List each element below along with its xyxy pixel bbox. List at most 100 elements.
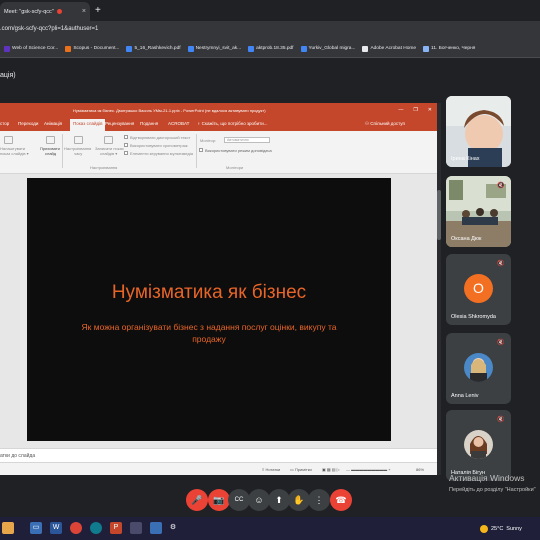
notes-status-button: ≡ Нотатки [262, 467, 281, 472]
store-icon[interactable] [150, 522, 162, 534]
raise-hand-button[interactable]: ✋ [288, 489, 310, 511]
settings-icon[interactable]: ⚙ [167, 522, 179, 534]
bookmark-label: aktprob.18.35.pdf [256, 46, 294, 51]
raise-hand-icon: ✋ [293, 495, 305, 505]
app-icon[interactable] [130, 522, 142, 534]
bookmark-label: Yurkiv_Global migra... [308, 46, 356, 51]
slide-subtitle: Як можна організувати бізнес з надання п… [81, 322, 337, 344]
end-call-button[interactable]: ☎ [330, 489, 352, 511]
word-icon[interactable]: W [50, 522, 62, 534]
comments-status-label: Примітки [294, 467, 312, 472]
participant-avatar [464, 353, 493, 382]
avatar-photo [464, 353, 493, 382]
presentation-scrollbar[interactable] [437, 103, 441, 475]
ribbon-separator [62, 134, 63, 168]
ppt-tab: Анімація [44, 121, 63, 126]
participant-tile[interactable]: Ірина Кінах [446, 96, 511, 167]
close-tab-icon[interactable]: × [82, 8, 86, 15]
bookmark-label: Nestrymnyi_svit_ak... [195, 46, 242, 51]
scrollbar-thumb[interactable] [437, 190, 441, 240]
pdf-icon [187, 45, 194, 52]
ppt-title-bar: Нумізматика як бізнес. Дмитрашко Василь … [0, 103, 437, 118]
participant-tile[interactable]: Оксана Дюк 🔇 [446, 176, 511, 247]
camera-toggle-button[interactable]: 📷 [208, 489, 230, 511]
mic-off-icon: 🔇 [497, 183, 505, 189]
browser-tab-meet[interactable]: Meet: "gsk-scfy-qcc" × [0, 2, 90, 21]
meet-tab-title: Meet: "gsk-scfy-qcc" [4, 8, 54, 15]
edge-icon[interactable] [90, 522, 102, 534]
bookmark-item[interactable]: Web of Science Cor... [4, 45, 59, 52]
weather-widget[interactable]: 25°C Sunny [480, 525, 522, 533]
mic-off-icon: 🔇 [497, 261, 505, 267]
weather-temp: 25°C [491, 526, 504, 532]
notes-status-label: Нотатки [265, 467, 281, 472]
bookmark-item[interactable]: Yurkiv_Global migra... [300, 45, 356, 52]
present-button[interactable]: ⬆ [268, 489, 290, 511]
emoji-icon: ☺ [254, 495, 264, 505]
emoji-button[interactable]: ☺ [248, 489, 270, 511]
windows-taskbar: ▭ W P ⚙ 25°C Sunny [0, 517, 540, 540]
shared-screen: Нумізматика як бізнес. Дмитрашко Василь … [0, 103, 437, 475]
share-label: Спільний доступ [370, 121, 405, 126]
file-explorer-icon[interactable]: ▭ [30, 522, 42, 534]
more-options-button[interactable]: ⋮ [308, 489, 330, 511]
captions-button[interactable]: CC [228, 489, 250, 511]
participant-tile[interactable]: O Olesia Shkromyda 🔇 [446, 254, 511, 325]
current-slide: Нумізматика як бізнес Як можна організув… [27, 178, 391, 441]
meeting-title-fragment: ація) [0, 72, 16, 79]
monitor-label: Монітор: [200, 138, 217, 143]
ribbon-record-label-2: слайдів ▾ [100, 151, 118, 156]
monitor-select: Автоматично [224, 137, 270, 143]
bookmarks-bar: Web of Science Cor... Scopus - Document..… [0, 40, 540, 58]
participant-name: Olesia Shkromyda [451, 314, 496, 320]
address-url[interactable]: .com/gsk-scfy-qcc?pli=1&authuser=1 [0, 26, 98, 32]
checkbox-narrations [124, 135, 128, 139]
screen: Meet: "gsk-scfy-qcc" × + .com/gsk-scfy-q… [0, 0, 540, 540]
window-controls: — ❐ ✕ [398, 107, 432, 113]
bookmark-label: Web of Science Cor... [12, 46, 59, 51]
pdf-icon [126, 45, 133, 52]
weather-desc: Sunny [506, 526, 522, 532]
bookmark-label: 11. Богченко, Черня [431, 46, 476, 51]
address-bar[interactable]: .com/gsk-scfy-qcc?pli=1&authuser=1 [0, 21, 540, 40]
bookmark-item[interactable]: Nestrymnyi_svit_ak... [187, 45, 242, 52]
bookmark-item[interactable]: 5_16_Rashkevich.pdf [126, 45, 181, 52]
chrome-icon[interactable] [70, 522, 82, 534]
sun-icon [480, 525, 488, 533]
ppt-tab: Переходи [18, 121, 39, 126]
bookmark-item[interactable]: 11. Богченко, Черня [423, 45, 476, 52]
bookmark-item[interactable]: Adobe Acrobat Home [362, 45, 416, 52]
ribbon-narrations-label: Відтворювати дикторський текст [130, 135, 191, 140]
camera-off-icon: 📷 [213, 495, 225, 505]
bookmark-item[interactable]: Scopus - Document... [65, 45, 119, 52]
minimize-icon: — [398, 107, 404, 113]
mic-toggle-button[interactable]: 🎤 [186, 489, 208, 511]
bookmark-item[interactable]: aktprob.18.35.pdf [248, 45, 294, 52]
wos-icon [4, 45, 10, 52]
monitor-select-value: Автоматично [227, 138, 249, 142]
restore-icon: ❐ [413, 107, 418, 113]
checkbox-timings [124, 143, 128, 147]
notes-placeholder: атки до слайда [0, 453, 36, 459]
ppt-tab: Рецензування [105, 121, 135, 126]
participant-tile[interactable]: Anna Leniv 🔇 [446, 333, 511, 404]
share-account-button: ⚇ Спільний доступ [365, 121, 405, 127]
ppt-status-bar: ≡ Нотатки ▭ Примітки ▣ ▦ ▤ ▷ — ▬▬▬▬▬▬▬▬▬… [0, 462, 437, 475]
notes-pane: атки до слайда [0, 448, 437, 462]
participant-tile[interactable]: Наталія Бігун 🔇 [446, 410, 511, 481]
view-buttons: ▣ ▦ ▤ ▷ [322, 467, 340, 472]
mic-off-icon: 🔇 [497, 340, 505, 346]
search-avatar-icon[interactable] [2, 522, 14, 534]
checkbox-presenter-view [199, 148, 203, 152]
pdf-icon [300, 45, 307, 52]
ribbon-group-setup-label: Настроювання [90, 165, 118, 170]
avatar-photo [464, 430, 493, 459]
powerpoint-icon[interactable]: P [110, 522, 122, 534]
new-tab-button[interactable]: + [95, 5, 101, 16]
close-window-icon: ✕ [427, 107, 432, 113]
recording-dot-icon [56, 9, 62, 14]
present-icon: ⬆ [275, 495, 283, 505]
meet-header: ація) [0, 66, 540, 88]
participant-avatar [464, 430, 493, 459]
presenter-view-label: Використовувати режим доповідача [205, 148, 272, 153]
